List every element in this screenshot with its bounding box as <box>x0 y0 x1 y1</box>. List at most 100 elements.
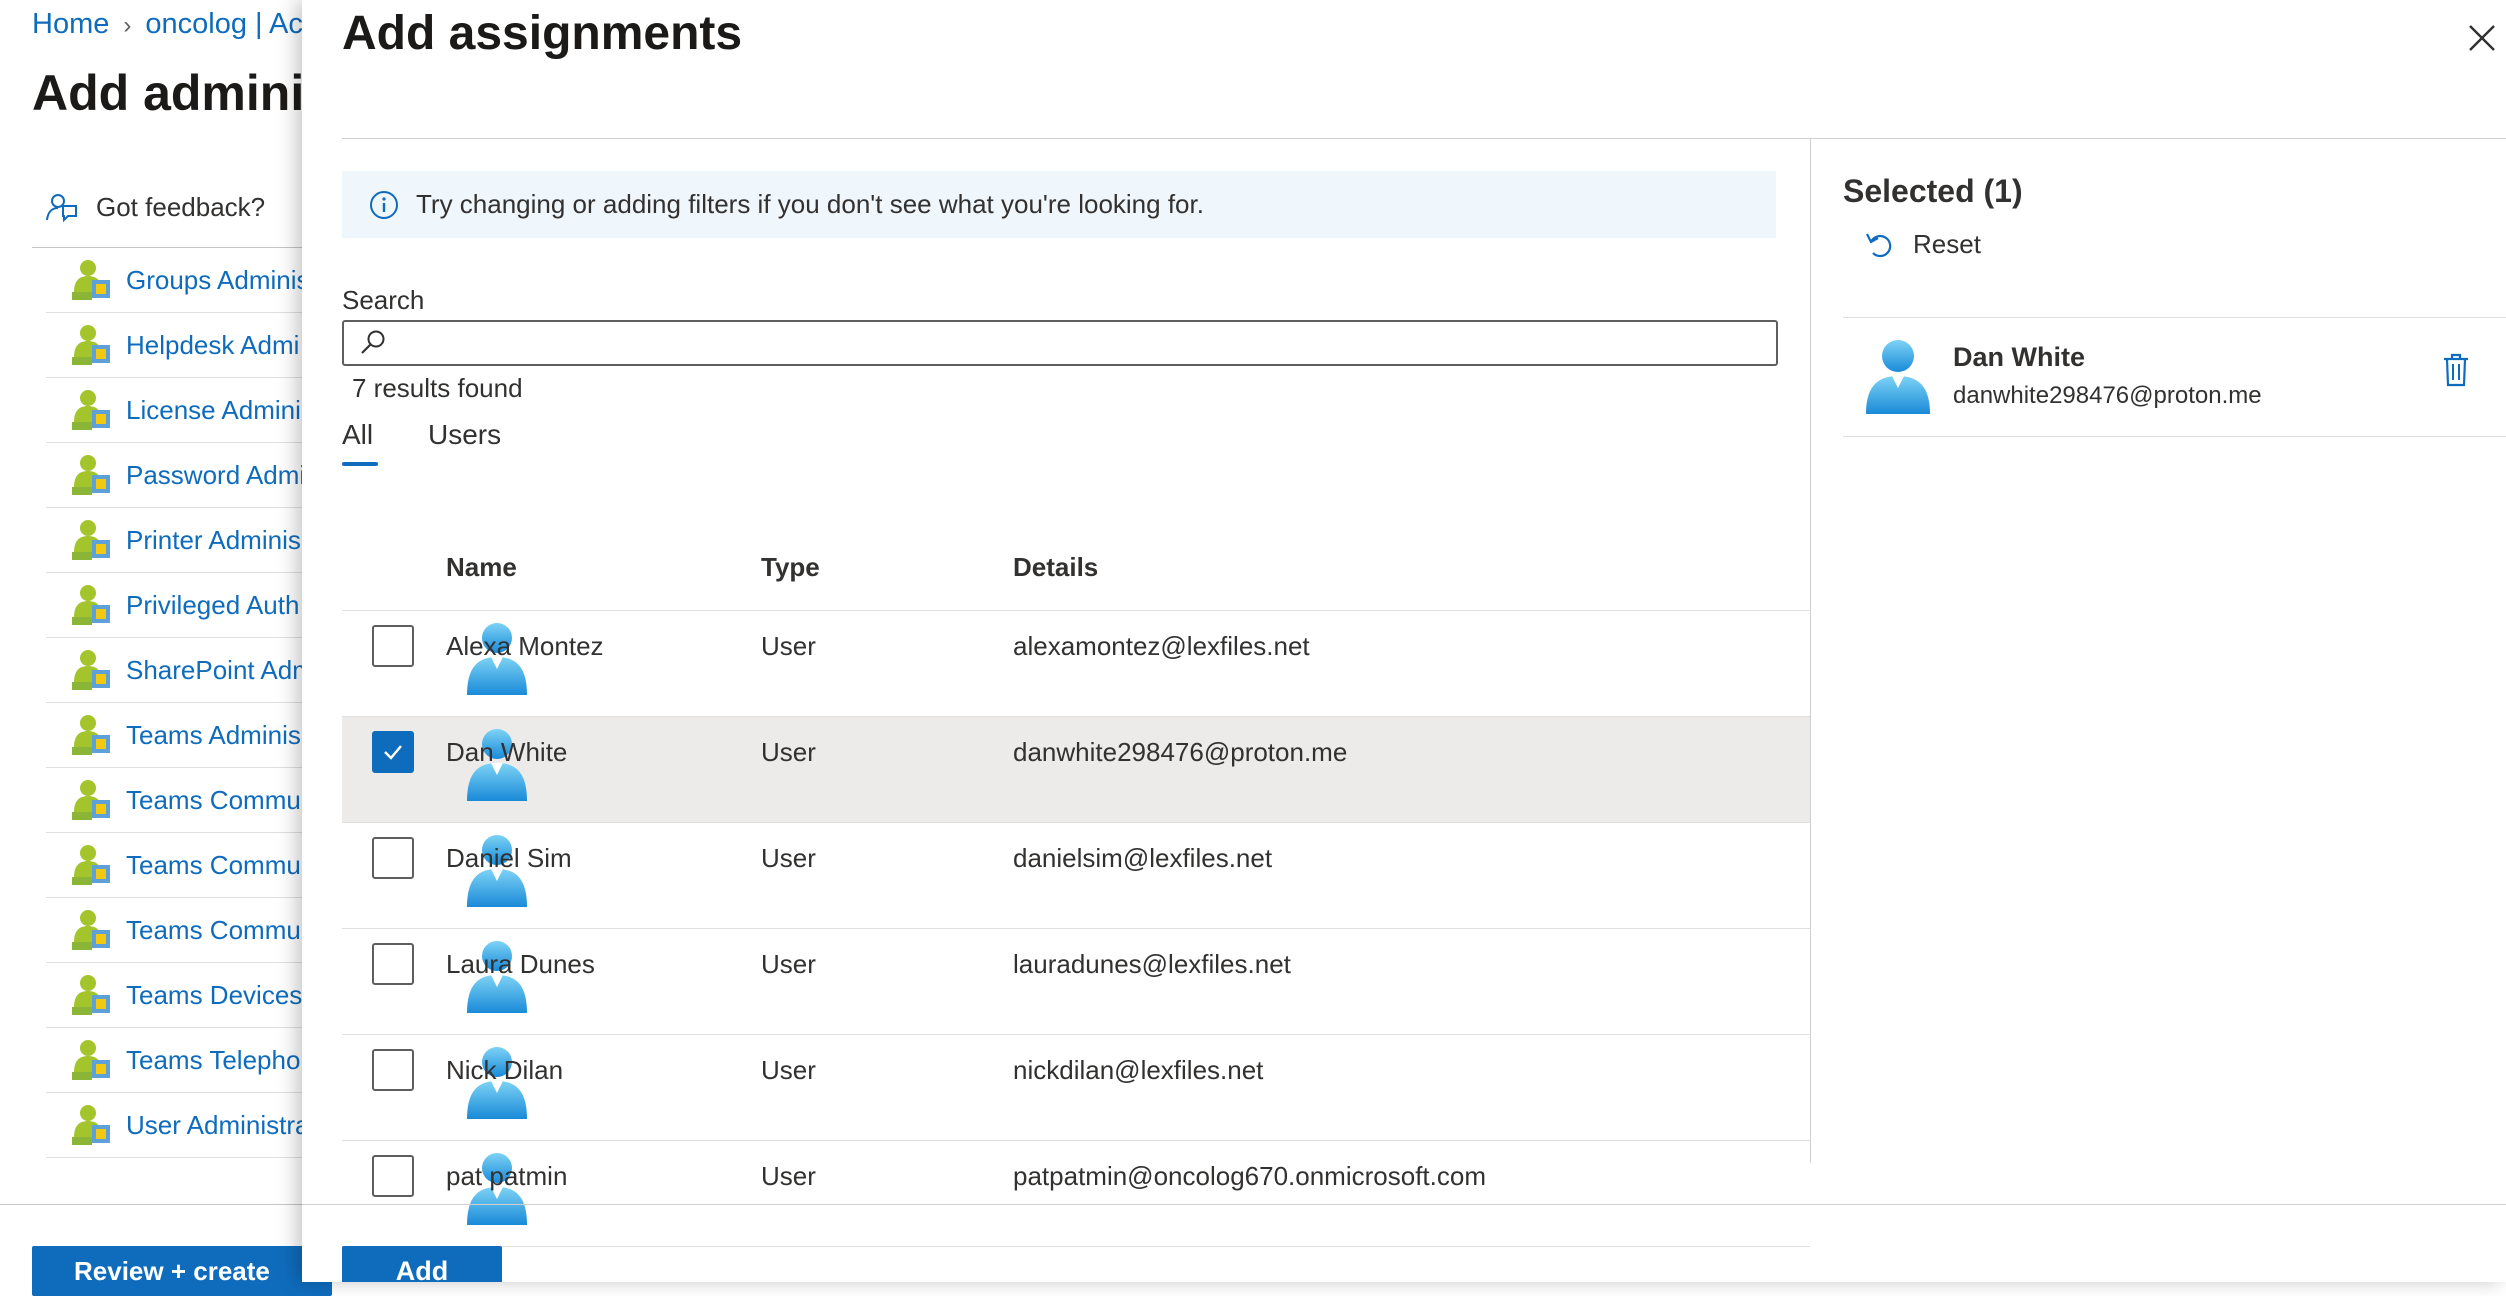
info-text: Try changing or adding filters if you do… <box>416 189 1204 219</box>
role-list-item[interactable]: Helpdesk Admi <box>46 313 304 378</box>
chevron-right-icon: › <box>123 12 132 39</box>
role-list-item[interactable]: Printer Adminis <box>46 508 304 573</box>
table-row[interactable]: Daniel Sim User danielsim@lexfiles.net <box>342 823 1810 929</box>
selected-item-detail: danwhite298476@proton.me <box>1953 382 2262 409</box>
role-list-item[interactable]: User Administra <box>46 1093 304 1158</box>
column-header-details[interactable]: Details <box>1013 552 1098 583</box>
row-type: User <box>761 737 816 767</box>
role-list-item[interactable]: License Admini <box>46 378 304 443</box>
row-details: alexamontez@lexfiles.net <box>1013 631 1310 661</box>
results-table: Name Type Details Alexa Montez User alexam… <box>342 532 1810 1247</box>
row-name: Alexa Montez <box>446 631 604 661</box>
role-list-item[interactable]: Teams Commu <box>46 833 304 898</box>
row-type: User <box>761 1055 816 1085</box>
row-name: Dan White <box>446 737 568 767</box>
checkmark-icon <box>384 745 402 760</box>
row-type: User <box>761 949 816 979</box>
row-details: danielsim@lexfiles.net <box>1013 843 1273 873</box>
divider <box>0 1204 302 1205</box>
role-label: License Admini <box>126 394 301 425</box>
trash-icon[interactable] <box>2441 352 2471 388</box>
feedback-link[interactable]: Got feedback? <box>44 190 265 224</box>
role-label: Teams Commu <box>126 849 301 880</box>
table-row[interactable]: Nick Dilan User nickdilan@lexfiles.net <box>342 1035 1810 1141</box>
row-name: Nick Dilan <box>446 1055 564 1085</box>
results-count: 7 results found <box>352 373 523 403</box>
admin-role-icon <box>72 585 110 625</box>
row-details: lauradunes@lexfiles.net <box>1013 949 1291 979</box>
table-row[interactable]: Alexa Montez User alexamontez@lexfiles.net <box>342 611 1810 717</box>
page-title: Add adminis <box>32 65 333 121</box>
admin-role-icon <box>72 975 110 1015</box>
admin-role-icon <box>72 715 110 755</box>
row-checkbox[interactable] <box>372 1155 414 1197</box>
row-checkbox[interactable] <box>372 625 414 667</box>
reset-button[interactable]: Reset <box>1863 229 1981 260</box>
role-list: Groups Adminis Helpdesk Admi License Admin… <box>46 248 304 1158</box>
search-input[interactable] <box>398 323 1776 363</box>
info-icon <box>370 190 398 219</box>
role-list-item[interactable]: Privileged Auth <box>46 573 304 638</box>
row-name: pat patmin <box>446 1161 568 1191</box>
role-label: Teams Commu <box>126 914 301 945</box>
role-list-item[interactable]: Teams Commu <box>46 768 304 833</box>
admin-role-icon <box>72 325 110 365</box>
row-checkbox[interactable] <box>372 837 414 879</box>
row-checkbox[interactable] <box>372 943 414 985</box>
tab-list: All Users <box>342 419 501 466</box>
role-label: Teams Telepho <box>126 1044 301 1075</box>
row-checkbox[interactable] <box>372 731 414 773</box>
divider <box>302 1204 2506 1205</box>
tab-all[interactable]: All <box>342 419 378 466</box>
row-name: Daniel Sim <box>446 843 572 873</box>
role-label: Printer Adminis <box>126 524 301 555</box>
role-list-item[interactable]: Teams Devices <box>46 963 304 1028</box>
row-name: Laura Dunes <box>446 949 595 979</box>
table-header: Name Type Details <box>342 532 1810 611</box>
add-button[interactable]: Add <box>342 1246 502 1282</box>
table-row[interactable]: Dan White User danwhite298476@proton.me <box>342 717 1810 823</box>
role-label: Helpdesk Admi <box>126 329 300 360</box>
row-details: patpatmin@oncolog670.onmicrosoft.com <box>1013 1161 1486 1191</box>
role-list-item[interactable]: Teams Adminis <box>46 703 304 768</box>
search-label: Search <box>342 285 425 315</box>
role-label: SharePoint Adm <box>126 654 304 685</box>
admin-role-icon <box>72 845 110 885</box>
tab-users[interactable]: Users <box>428 419 501 463</box>
breadcrumb-tenant[interactable]: oncolog | Ac <box>145 8 302 40</box>
undo-icon <box>1866 233 1892 257</box>
selected-item-name: Dan White <box>1953 342 2085 372</box>
row-details: danwhite298476@proton.me <box>1013 737 1348 767</box>
panel-title: Add assignments <box>342 7 743 60</box>
breadcrumb-home[interactable]: Home <box>32 8 109 40</box>
row-type: User <box>761 843 816 873</box>
role-label: Teams Devices <box>126 979 303 1010</box>
admin-role-icon <box>72 455 110 495</box>
role-label: Groups Adminis <box>126 264 304 295</box>
search-pane: Try changing or adding filters if you do… <box>302 139 1810 1247</box>
user-avatar-icon <box>1866 340 1930 414</box>
role-list-item[interactable]: SharePoint Adm <box>46 638 304 703</box>
row-checkbox[interactable] <box>372 1049 414 1091</box>
role-list-item[interactable]: Groups Adminis <box>46 248 304 313</box>
role-list-item[interactable]: Password Admi <box>46 443 304 508</box>
close-icon[interactable] <box>2464 20 2500 56</box>
admin-role-icon <box>72 390 110 430</box>
role-list-item[interactable]: Teams Telepho <box>46 1028 304 1093</box>
role-label: Password Admi <box>126 459 304 490</box>
role-label: Teams Commu <box>126 784 301 815</box>
role-list-item[interactable]: Teams Commu <box>46 898 304 963</box>
column-header-name[interactable]: Name <box>446 552 517 583</box>
table-row[interactable]: pat patmin User patpatmin@oncolog670.onmic… <box>342 1141 1810 1247</box>
role-label: User Administra <box>126 1109 304 1140</box>
feedback-icon <box>46 194 77 223</box>
table-row[interactable]: Laura Dunes User lauradunes@lexfiles.net <box>342 929 1810 1035</box>
role-label: Privileged Auth <box>126 589 300 620</box>
add-assignments-panel: Add assignments Try changing or adding f… <box>302 0 2506 1282</box>
selected-item: Dan White danwhite298476@proton.me <box>1843 318 2506 437</box>
column-header-type[interactable]: Type <box>761 552 820 583</box>
admin-role-icon <box>72 1105 110 1145</box>
review-create-button[interactable]: Review + create <box>32 1246 332 1296</box>
admin-role-icon <box>72 520 110 560</box>
search-box[interactable] <box>342 320 1778 366</box>
